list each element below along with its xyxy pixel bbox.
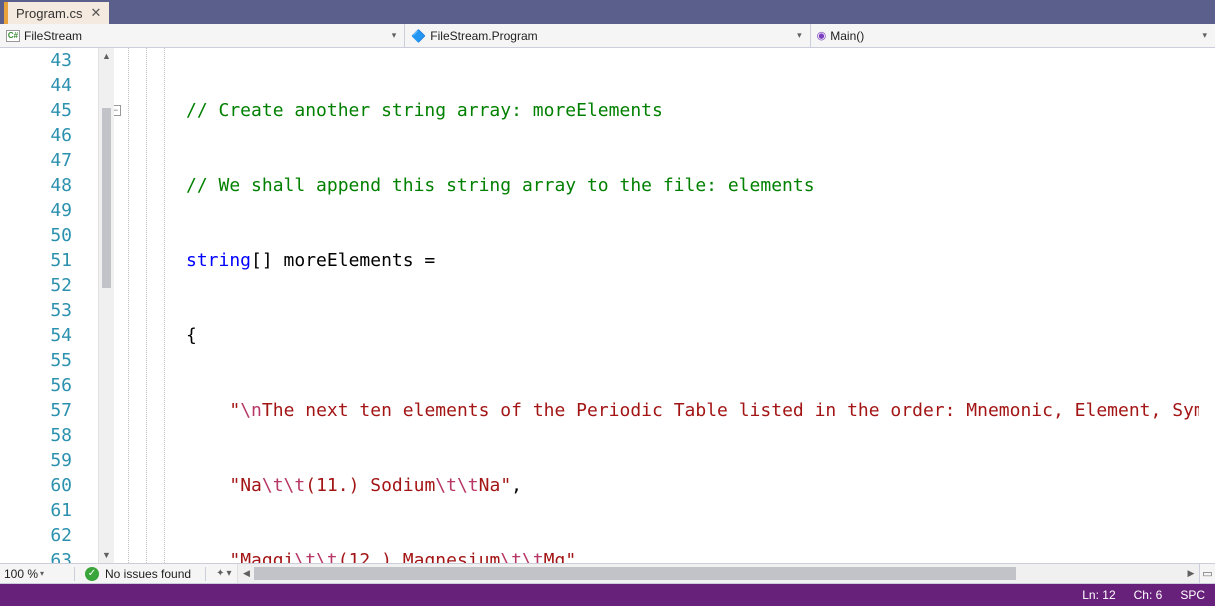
scroll-thumb[interactable]	[102, 108, 111, 288]
line-number: 49	[0, 198, 86, 223]
document-tab[interactable]: Program.cs ✕	[8, 2, 109, 24]
status-line[interactable]: Ln: 12	[1082, 588, 1115, 602]
split-view-button[interactable]: ▭	[1199, 564, 1215, 583]
line-number: 47	[0, 148, 86, 173]
chevron-down-icon: ▾	[40, 569, 44, 578]
zoom-dropdown[interactable]: 100 % ▾	[0, 564, 70, 583]
code-string: "	[229, 400, 240, 421]
tab-bar: Program.cs ✕	[0, 0, 1215, 24]
separator	[74, 567, 75, 581]
brush-icon: ✦	[216, 568, 224, 579]
line-number: 60	[0, 473, 86, 498]
line-number: 55	[0, 348, 86, 373]
status-bar: Ln: 12 Ch: 6 SPC	[0, 584, 1215, 606]
issues-indicator[interactable]: ✓ No issues found	[79, 564, 201, 583]
class-dropdown[interactable]: 🔷 FileStream.Program ▾	[405, 24, 810, 47]
chevron-down-icon: ▾	[1198, 30, 1211, 41]
zoom-value: 100 %	[4, 567, 38, 581]
navigation-bar: C# FileStream ▾ 🔷 FileStream.Program ▾ ◉…	[0, 24, 1215, 48]
issues-text: No issues found	[105, 567, 191, 581]
tab-close-icon[interactable]: ✕	[88, 5, 103, 21]
scroll-thumb[interactable]	[254, 567, 1015, 580]
scroll-right-icon[interactable]: ▶	[1183, 568, 1199, 579]
code-text: [] moreElements =	[251, 250, 435, 271]
scroll-up-icon[interactable]: ▲	[99, 48, 114, 64]
code-comment: // We shall append this string array to …	[186, 175, 815, 196]
line-number: 59	[0, 448, 86, 473]
ok-check-icon: ✓	[85, 567, 99, 581]
line-number: 52	[0, 273, 86, 298]
code-comment: // Create another string array: moreElem…	[186, 100, 663, 121]
line-number: 63	[0, 548, 86, 564]
line-number: 57	[0, 398, 86, 423]
separator	[205, 567, 206, 581]
code-escape: \n	[240, 400, 262, 421]
error-nav[interactable]: ✦ ▾	[210, 564, 237, 583]
horizontal-scrollbar[interactable]: ◀ ▶	[237, 564, 1199, 583]
chevron-down-icon: ▾	[226, 568, 231, 579]
line-number: 58	[0, 423, 86, 448]
csharp-icon: C#	[6, 30, 20, 42]
code-keyword: string	[186, 250, 251, 271]
code-area[interactable]: // Create another string array: moreElem…	[108, 48, 1199, 563]
scroll-left-icon[interactable]: ◀	[238, 568, 254, 579]
editor-footer: 100 % ▾ ✓ No issues found ✦ ▾ ◀ ▶ ▭	[0, 564, 1215, 584]
line-number: 54	[0, 323, 86, 348]
tab-title: Program.cs	[16, 6, 82, 21]
line-number: 43	[0, 48, 86, 73]
chevron-down-icon: ▾	[388, 30, 401, 41]
code-text: {	[186, 325, 197, 346]
line-number: 45	[0, 98, 86, 123]
line-number: 56	[0, 373, 86, 398]
code-string: The next ten elements of the Periodic Ta…	[262, 400, 1199, 421]
line-number-gutter: 4344454647484950515253545556575859606162…	[0, 48, 98, 563]
line-number: 50	[0, 223, 86, 248]
status-char[interactable]: Ch: 6	[1134, 588, 1163, 602]
class-name: FileStream.Program	[430, 29, 537, 43]
method-icon: ◉	[817, 29, 827, 42]
line-number: 44	[0, 73, 86, 98]
scroll-track[interactable]	[254, 564, 1183, 583]
line-number: 61	[0, 498, 86, 523]
scroll-down-icon[interactable]: ▼	[99, 547, 114, 563]
project-dropdown[interactable]: C# FileStream ▾	[0, 24, 405, 47]
vertical-scrollbar[interactable]: ▲ ▼	[98, 48, 114, 563]
project-name: FileStream	[24, 29, 82, 43]
class-icon: 🔷	[411, 29, 426, 43]
code-editor[interactable]: 4344454647484950515253545556575859606162…	[0, 48, 1215, 564]
line-number: 62	[0, 523, 86, 548]
method-dropdown[interactable]: ◉ Main() ▾	[811, 24, 1215, 47]
chevron-down-icon: ▾	[793, 30, 806, 41]
line-number: 48	[0, 173, 86, 198]
line-number: 53	[0, 298, 86, 323]
line-number: 46	[0, 123, 86, 148]
line-number: 51	[0, 248, 86, 273]
status-mode[interactable]: SPC	[1180, 588, 1205, 602]
method-name: Main()	[830, 29, 864, 43]
